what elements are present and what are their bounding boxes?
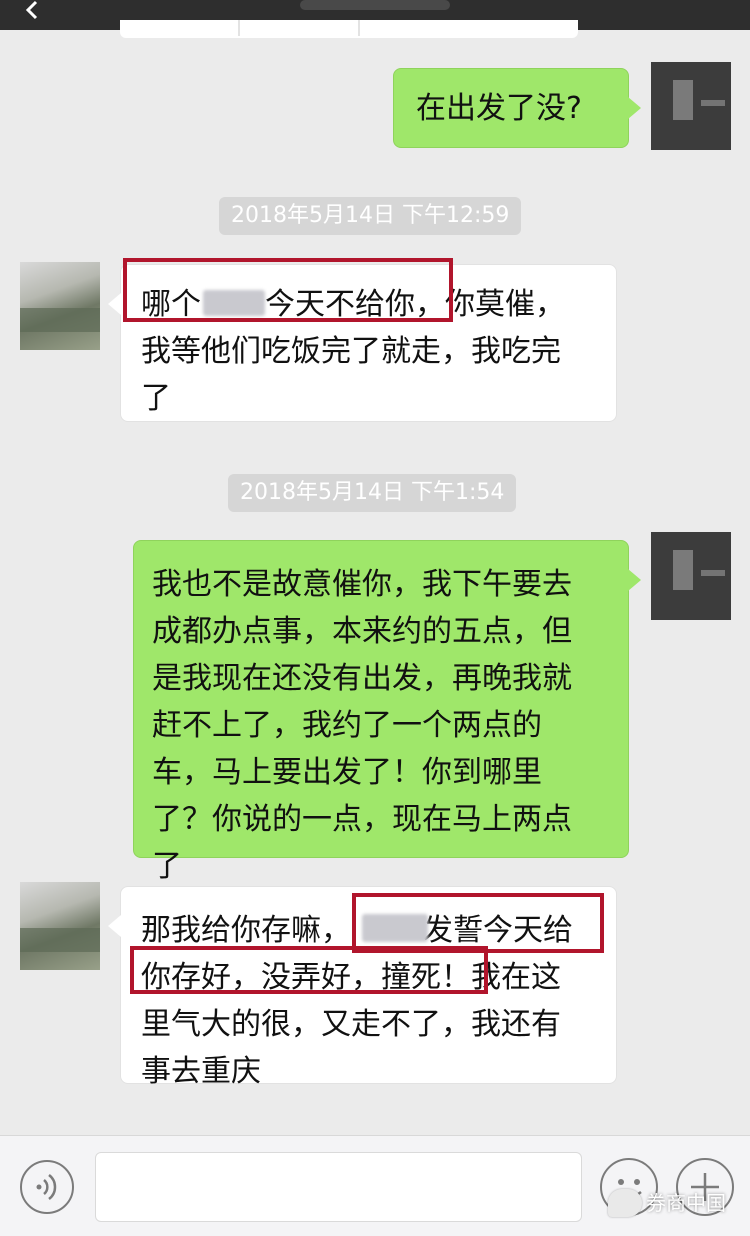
wechat-logo-icon — [608, 1189, 642, 1217]
voice-button[interactable] — [20, 1160, 74, 1214]
watermark: 券商中国 — [608, 1183, 726, 1223]
sent-message-bubble[interactable]: 在出发了没? — [393, 68, 641, 148]
contact-avatar[interactable] — [20, 882, 100, 970]
message-line: 是我现在还没有出发，再晚我就 — [152, 661, 572, 696]
message-input[interactable] — [95, 1152, 582, 1222]
message-line: 里气大的很，又走不了，我还有 — [141, 1007, 561, 1042]
message-text: 在出发了没? — [416, 91, 582, 126]
my-avatar[interactable] — [651, 62, 731, 150]
message-line: 车，马上要出发了！你到哪里 — [152, 755, 542, 790]
highlight-box — [130, 946, 488, 994]
message-line: 了 — [141, 381, 171, 416]
highlight-box — [352, 893, 604, 953]
contact-avatar[interactable] — [20, 262, 100, 350]
previous-message-fragment — [120, 20, 578, 38]
message-line: 我也不是故意催你，我下午要去 — [152, 567, 572, 602]
watermark-text: 券商中国 — [646, 1191, 726, 1215]
my-avatar[interactable] — [651, 532, 731, 620]
chat-title-blurred — [300, 0, 450, 10]
sent-message-bubble[interactable]: 我也不是故意催你，我下午要去 成都办点事，本来约的五点，但 是我现在还没有出发，… — [133, 540, 641, 884]
timestamp: 2018年5月14日 下午1:54 — [228, 474, 517, 512]
timestamp: 2018年5月14日 下午12:59 — [219, 197, 522, 235]
voice-icon — [36, 1174, 57, 1200]
chevron-left-icon[interactable] — [22, 0, 42, 20]
message-line: 成都办点事，本来约的五点，但 — [152, 614, 572, 649]
message-line: 赶不上了，我约了一个两点的 — [152, 708, 542, 743]
message-line: 了？你说的一点，现在马上两点 — [152, 802, 572, 837]
message-line: 了 — [152, 849, 182, 884]
highlight-box — [123, 258, 453, 322]
message-line: 我等他们吃饭完了就走，我吃完 — [141, 334, 561, 369]
message-line: 事去重庆 — [141, 1054, 261, 1089]
